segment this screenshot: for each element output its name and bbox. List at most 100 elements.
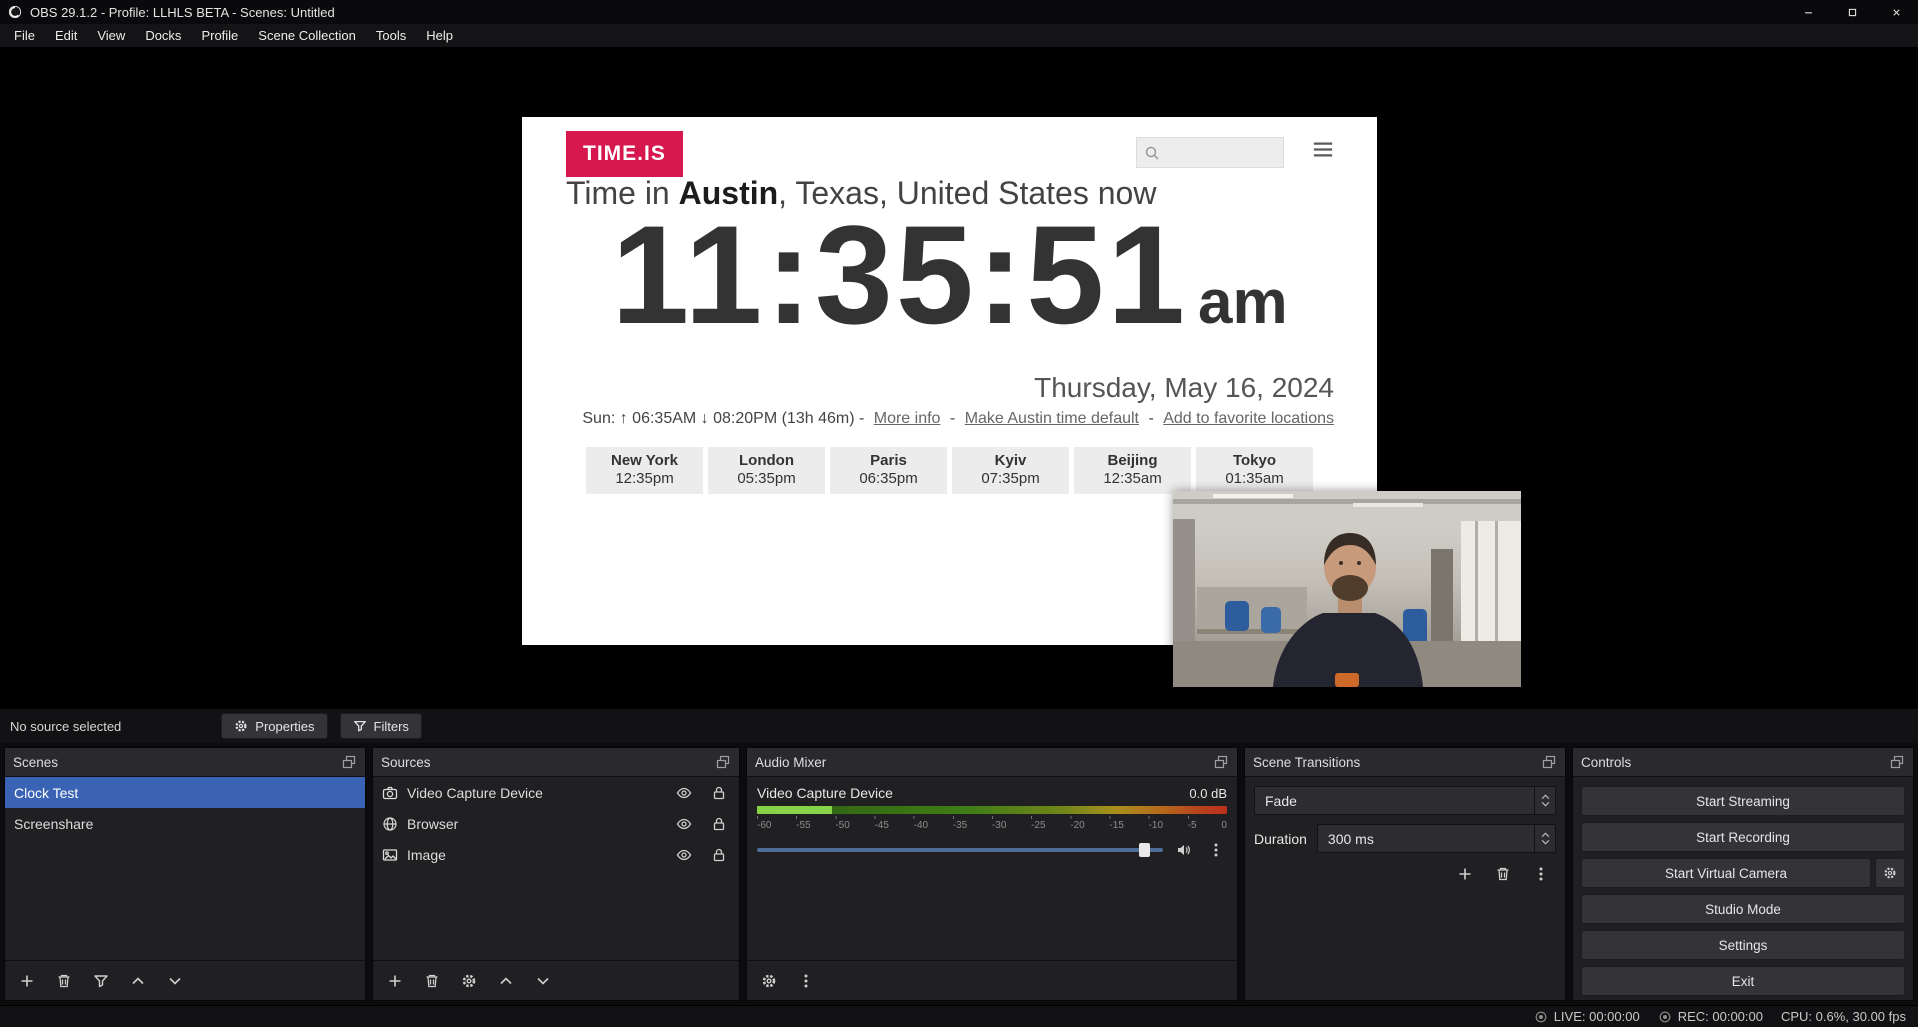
live-status: LIVE: 00:00:00 <box>1534 1009 1640 1024</box>
controls-panel: Controls Start Streaming Start Recording… <box>1572 747 1914 1001</box>
menu-help[interactable]: Help <box>416 26 463 45</box>
obs-window: OBS 29.1.2 - Profile: LLHLS BETA - Scene… <box>0 0 1918 1027</box>
dock-popout-icon <box>1889 754 1905 770</box>
add-transition-button[interactable] <box>1454 863 1476 885</box>
lock-icon <box>711 785 727 801</box>
duration-spinner[interactable] <box>1534 825 1555 852</box>
menu-file[interactable]: File <box>4 26 45 45</box>
cpu-fps-stats: CPU: 0.6%, 30.00 fps <box>1781 1009 1906 1024</box>
add-source-button[interactable] <box>384 970 406 992</box>
favorite-link: Add to favorite locations <box>1163 410 1334 427</box>
lock-toggle[interactable] <box>708 844 730 866</box>
dock-popout-icon <box>1541 754 1557 770</box>
minimize-button[interactable] <box>1786 0 1830 24</box>
volume-slider-handle[interactable] <box>1139 843 1150 857</box>
source-item-browser[interactable]: Browser <box>373 808 739 839</box>
menubar: File Edit View Docks Profile Scene Colle… <box>0 24 1918 48</box>
meter-ticks <box>757 816 1227 819</box>
no-source-label: No source selected <box>10 719 121 734</box>
duration-input[interactable]: 300 ms <box>1317 824 1556 853</box>
controls-panel-header[interactable]: Controls <box>1573 748 1913 777</box>
transition-options-button[interactable] <box>1530 863 1552 885</box>
menu-scene-collection[interactable]: Scene Collection <box>248 26 366 45</box>
stats-text: CPU: 0.6%, 30.00 fps <box>1781 1009 1906 1024</box>
kebab-menu-icon <box>1533 866 1549 882</box>
remove-scene-button[interactable] <box>53 970 75 992</box>
scene-filters-button[interactable] <box>90 970 112 992</box>
speaker-icon <box>1176 842 1192 858</box>
dock-popout-icon <box>715 754 731 770</box>
source-item-image[interactable]: Image <box>373 839 739 870</box>
menu-profile[interactable]: Profile <box>191 26 248 45</box>
visibility-toggle[interactable] <box>673 782 695 804</box>
remove-transition-button[interactable] <box>1492 863 1514 885</box>
volume-slider[interactable] <box>757 841 1163 859</box>
dock-popout-icon <box>341 754 357 770</box>
source-move-down-button[interactable] <box>532 970 554 992</box>
scene-move-down-button[interactable] <box>164 970 186 992</box>
close-icon <box>1891 7 1902 18</box>
scenes-panel-header[interactable]: Scenes <box>5 748 365 777</box>
maximize-button[interactable] <box>1830 0 1874 24</box>
scene-transitions-header[interactable]: Scene Transitions <box>1245 748 1565 777</box>
start-recording-button[interactable]: Start Recording <box>1581 822 1905 852</box>
lock-toggle[interactable] <box>708 782 730 804</box>
controls-panel-title: Controls <box>1581 755 1631 770</box>
lock-icon <box>711 847 727 863</box>
more-info-link: More info <box>874 410 941 427</box>
source-toolbar: No source selected Properties Filters <box>0 708 1918 743</box>
chevron-up-icon <box>1541 832 1550 838</box>
hamburger-lines <box>1312 141 1334 158</box>
visibility-toggle[interactable] <box>673 813 695 835</box>
mute-button[interactable] <box>1173 839 1195 861</box>
audio-mixer-header[interactable]: Audio Mixer <box>747 748 1237 777</box>
menu-view[interactable]: View <box>87 26 135 45</box>
funnel-icon <box>93 973 109 989</box>
filters-button[interactable]: Filters <box>340 713 422 739</box>
mixer-options-button[interactable] <box>1205 839 1227 861</box>
transition-select[interactable]: Fade <box>1254 786 1556 815</box>
scene-item-clock-test[interactable]: Clock Test <box>5 777 365 808</box>
add-scene-button[interactable] <box>16 970 38 992</box>
source-properties-button[interactable] <box>458 970 480 992</box>
properties-label: Properties <box>255 719 314 734</box>
menu-tools[interactable]: Tools <box>366 26 416 45</box>
studio-mode-button[interactable]: Studio Mode <box>1581 894 1905 924</box>
menu-docks[interactable]: Docks <box>135 26 191 45</box>
minimize-icon <box>1803 7 1814 18</box>
virtual-camera-settings-button[interactable] <box>1875 858 1905 888</box>
visibility-toggle[interactable] <box>673 844 695 866</box>
properties-button[interactable]: Properties <box>221 713 327 739</box>
add-icon <box>1457 866 1473 882</box>
scene-item-screenshare[interactable]: Screenshare <box>5 808 365 839</box>
transition-value: Fade <box>1265 793 1297 809</box>
start-virtual-camera-button[interactable]: Start Virtual Camera <box>1581 858 1871 888</box>
scene-move-up-button[interactable] <box>127 970 149 992</box>
advanced-audio-button[interactable] <box>758 970 780 992</box>
hamburger-menu-icon <box>1312 141 1334 163</box>
exit-button[interactable]: Exit <box>1581 966 1905 996</box>
mixer-menu-button[interactable] <box>795 970 817 992</box>
program-canvas[interactable]: TIME.IS Time in Austin, Texas, United St… <box>400 56 1521 688</box>
eye-icon <box>676 816 692 832</box>
remove-source-button[interactable] <box>421 970 443 992</box>
search-icon <box>1144 145 1160 161</box>
sources-panel-header[interactable]: Sources <box>373 748 739 777</box>
titlebar[interactable]: OBS 29.1.2 - Profile: LLHLS BETA - Scene… <box>0 0 1918 24</box>
close-button[interactable] <box>1874 0 1918 24</box>
duration-value: 300 ms <box>1328 831 1374 847</box>
chevron-up-icon <box>130 973 146 989</box>
transition-select-spinner[interactable] <box>1534 787 1555 814</box>
menu-edit[interactable]: Edit <box>45 26 87 45</box>
audio-mixer-panel: Audio Mixer Video Capture Device 0.0 dB … <box>746 747 1238 1001</box>
start-streaming-button[interactable]: Start Streaming <box>1581 786 1905 816</box>
sources-panel: Sources Video Capture Device <box>372 747 740 1001</box>
world-clock-kyiv: Kyiv07:35pm <box>952 447 1069 494</box>
source-move-up-button[interactable] <box>495 970 517 992</box>
source-label: Video Capture Device <box>407 785 664 801</box>
lock-toggle[interactable] <box>708 813 730 835</box>
settings-button[interactable]: Settings <box>1581 930 1905 960</box>
clock-time: 11:35:51 <box>611 196 1188 353</box>
rec-time: REC: 00:00:00 <box>1678 1009 1763 1024</box>
source-item-video-capture[interactable]: Video Capture Device <box>373 777 739 808</box>
